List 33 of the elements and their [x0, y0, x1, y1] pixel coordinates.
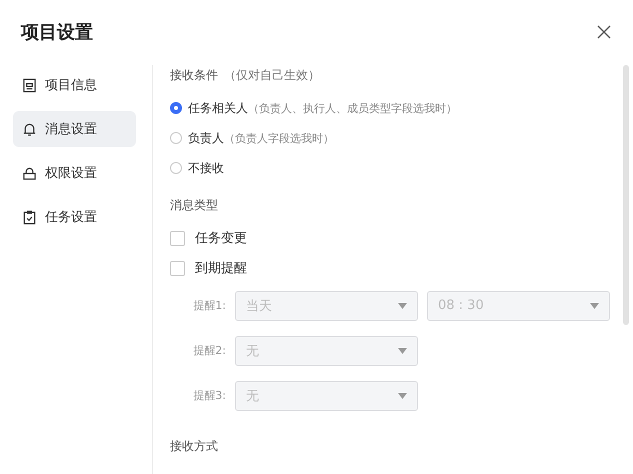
caret-icon — [398, 302, 407, 308]
option-hint: （负责人字段选我时） — [224, 130, 334, 146]
reminder-label: 提醒2: — [192, 343, 226, 358]
reminder-label: 提醒3: — [192, 388, 226, 403]
radio-option[interactable]: 任务相关人（负责人、执行人、成员类型字段选我时） — [170, 93, 623, 123]
sidebar-item[interactable]: 消息设置 — [13, 111, 136, 147]
radio-option[interactable]: 负责人（负责人字段选我时） — [170, 123, 623, 153]
sidebar-item[interactable]: 任务设置 — [13, 199, 136, 235]
sidebar-item[interactable]: 权限设置 — [13, 155, 136, 191]
checkbox-label: 到期提醒 — [195, 260, 247, 277]
lock-icon — [22, 166, 37, 180]
reminder-label: 提醒1: — [192, 298, 226, 313]
document-icon — [22, 78, 37, 92]
bell-icon — [22, 122, 37, 136]
checkbox[interactable] — [170, 260, 185, 276]
dialog-title: 项目设置 — [21, 21, 93, 44]
caret-icon — [590, 302, 599, 308]
radio-button[interactable] — [170, 162, 182, 174]
clipboard-icon — [22, 210, 37, 224]
section-label: 消息类型 — [170, 196, 218, 214]
caret-icon — [398, 348, 407, 354]
radio-button[interactable] — [170, 102, 182, 114]
radio-button[interactable] — [170, 132, 182, 144]
radio-option[interactable]: 不接收 — [170, 153, 623, 183]
sidebar-item[interactable]: 项目信息 — [13, 67, 136, 103]
close-icon[interactable] — [597, 25, 611, 39]
section-label: 接收方式 — [170, 438, 218, 454]
checkbox[interactable] — [170, 230, 185, 246]
caret-icon — [398, 392, 407, 398]
option-hint: （负责人、执行人、成员类型字段选我时） — [248, 100, 457, 116]
section-label: 接收条件 — [170, 66, 218, 84]
section-hint: （仅对自己生效） — [224, 66, 320, 84]
checkbox-label: 任务变更 — [195, 230, 247, 247]
